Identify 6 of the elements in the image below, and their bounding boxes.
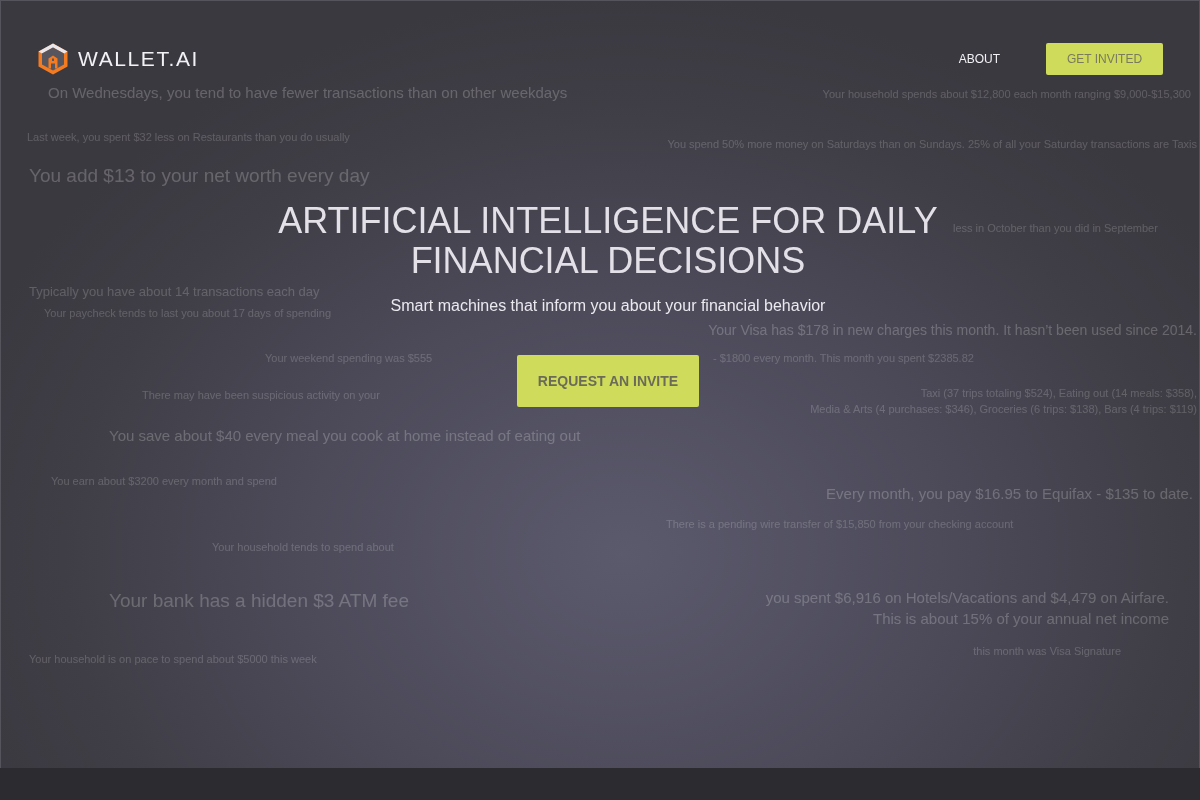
hexagon-house-logo-icon — [38, 43, 68, 75]
logo-wordmark[interactable]: WALLET.AI — [78, 47, 199, 71]
nav-link[interactable]: ABOUT — [958, 52, 1000, 66]
request-invite-button[interactable]: REQUEST AN INVITE — [517, 355, 699, 407]
hero-heading: ARTIFICIAL INTELLIGENCE FOR DAILY FINANCIAL DECISIONS — [277, 201, 939, 281]
hero-subtitle: Smart machines that inform you about your financial behavior — [390, 297, 826, 315]
